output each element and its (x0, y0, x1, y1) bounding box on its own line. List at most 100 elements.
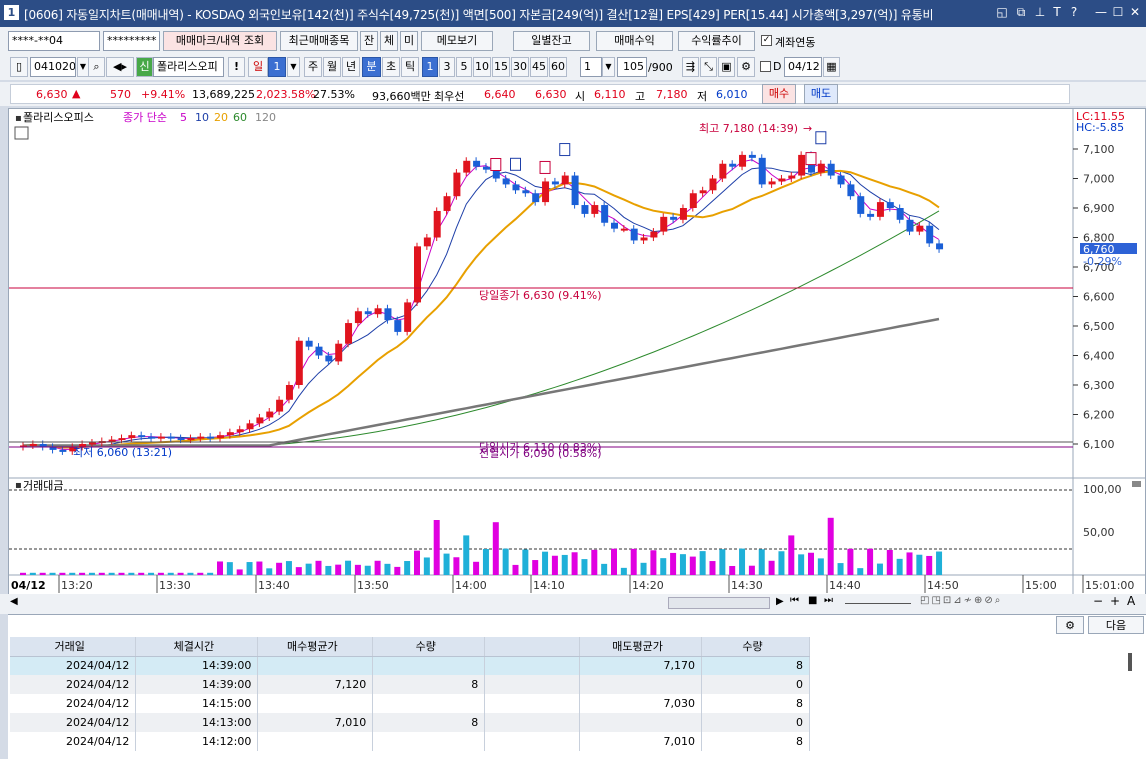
interval-45-button[interactable]: 45 (530, 57, 548, 77)
count-input[interactable]: 105 (617, 57, 647, 77)
volume-bar (295, 567, 302, 575)
table-row[interactable]: 2024/04/12 14:13:00 7,010 8 0 (10, 713, 810, 732)
trade-profit-button[interactable]: 매매수익 (596, 31, 673, 51)
password-input[interactable]: ********* (103, 31, 160, 51)
period-year-button[interactable]: 년 (342, 57, 360, 77)
daily-balance-button[interactable]: 일별잔고 (513, 31, 590, 51)
zoom-slider[interactable] (845, 603, 911, 604)
column-header[interactable]: 수량 (701, 637, 810, 657)
interval-3-button[interactable]: 3 (439, 57, 455, 77)
table-row[interactable]: 2024/04/12 14:39:00 7,170 8 (10, 656, 810, 675)
candle (236, 429, 244, 433)
tool-b-icon[interactable]: ⤡ (700, 57, 717, 77)
column-header[interactable]: 매수평균가 (257, 637, 374, 657)
che-button[interactable]: 체 (380, 31, 398, 51)
volume-bar (561, 554, 568, 575)
sound-icon[interactable]: ◀▸ (106, 57, 134, 77)
text-tool-icon[interactable]: A (1127, 594, 1135, 608)
trade-mark-button[interactable]: 매매마크/내역 조회 (163, 31, 277, 51)
table-row[interactable]: 2024/04/12 14:15:00 7,030 8 (10, 694, 810, 713)
period-week-button[interactable]: 주 (304, 57, 322, 77)
volume-bar (433, 520, 440, 575)
chart-grid-icon[interactable] (14, 126, 29, 140)
save-icon[interactable]: ▣ (718, 57, 735, 77)
maximize-icon[interactable]: ☐ (1111, 5, 1125, 19)
last-icon[interactable]: ⏭ (824, 595, 833, 606)
volume-bar (758, 549, 765, 575)
zoom-out-icon[interactable]: − (1093, 594, 1103, 608)
minimize-icon[interactable]: — (1094, 5, 1108, 19)
interval-10-button[interactable]: 10 (473, 57, 491, 77)
table-scrollbar[interactable] (1128, 653, 1132, 671)
candle (778, 178, 786, 182)
stop-icon[interactable]: ■ (808, 595, 817, 606)
candle (886, 202, 894, 208)
column-header[interactable]: 수량 (372, 637, 486, 657)
mi-button[interactable]: 미 (400, 31, 418, 51)
account-select[interactable]: ****-**04 (8, 31, 100, 51)
help-icon[interactable]: ? (1067, 5, 1081, 19)
scroll-left-icon[interactable]: ◀ (10, 596, 18, 607)
jan-button[interactable]: 잔 (360, 31, 378, 51)
drawing-tools-icon[interactable]: ◰◳⊡⊿≁⊕⊘⌕ (920, 595, 1002, 606)
period-day-button[interactable]: 일 (248, 57, 268, 77)
column-header[interactable]: 매도평균가 (579, 637, 703, 657)
stock-search-icon[interactable]: ▯ (10, 57, 28, 77)
interval-input[interactable]: 1 (580, 57, 602, 77)
scroll-thumb[interactable] (668, 597, 770, 609)
interval-1-button[interactable]: 1 (422, 57, 438, 77)
vol-pane-handle[interactable] (1132, 481, 1141, 487)
interval-dropdown-icon[interactable]: ▼ (602, 57, 615, 77)
table-row[interactable]: 2024/04/12 14:39:00 7,120 8 0 (10, 675, 810, 694)
interval-5-button[interactable]: 5 (456, 57, 472, 77)
table-row[interactable]: 2024/04/12 14:12:00 7,010 8 (10, 732, 810, 751)
period-tick-button[interactable]: 틱 (401, 57, 419, 77)
interval-60-button[interactable]: 60 (549, 57, 567, 77)
memo-button[interactable]: 메모보기 (421, 31, 493, 51)
x-tick-label: 13:40 (258, 579, 290, 592)
candle (512, 184, 520, 191)
next-button[interactable]: 다음 (1088, 616, 1144, 634)
first-icon[interactable]: ⏮ (790, 595, 799, 606)
account-link-checkbox[interactable]: ✓ (761, 35, 772, 46)
recent-trades-button[interactable]: 최근매매종목 (280, 31, 358, 51)
period-day-num[interactable]: 1 (268, 57, 286, 77)
period-minute-button[interactable]: 분 (362, 57, 381, 77)
font-icon[interactable]: T (1050, 5, 1064, 19)
d-checkbox[interactable] (760, 61, 771, 72)
search-icon[interactable]: ⌕ (88, 57, 105, 77)
volume-bar (798, 554, 805, 575)
gear-icon[interactable]: ⚙ (737, 57, 755, 77)
period-dropdown-icon[interactable]: ▼ (287, 57, 300, 77)
buy-button[interactable]: 매수 (762, 84, 796, 104)
column-header[interactable] (484, 637, 581, 657)
scroll-right-icon[interactable]: ▶ (776, 596, 784, 607)
table-cell (579, 675, 703, 694)
pin-icon[interactable]: ⊥ (1033, 5, 1047, 19)
link-icon[interactable]: ◱ (995, 5, 1009, 19)
interval-30-button[interactable]: 30 (511, 57, 529, 77)
candle (601, 205, 609, 223)
period-month-button[interactable]: 월 (323, 57, 341, 77)
profit-trend-button[interactable]: 수익률추이 (678, 31, 755, 51)
candle (138, 435, 146, 438)
column-header[interactable]: 거래일 (10, 637, 137, 657)
restore-small-icon[interactable]: ⧉ (1014, 5, 1028, 20)
chart-panel[interactable]: ▪ 폴라리스오피스 종가 단순 5 10 20 60 120 LC:11.55 … (8, 108, 1146, 602)
tool-a-icon[interactable]: ⇶ (682, 57, 699, 77)
stock-code-input[interactable]: 041020 (30, 57, 76, 77)
zoom-in-icon[interactable]: + (1110, 594, 1120, 608)
settings-gear-icon[interactable]: ⚙ (1056, 616, 1084, 634)
price-chart[interactable]: ▪ 폴라리스오피스 종가 단순 5 10 20 60 120 LC:11.55 … (9, 109, 1145, 601)
period-second-button[interactable]: 초 (382, 57, 400, 77)
column-header[interactable]: 체결시간 (135, 637, 259, 657)
alert-icon[interactable]: ! (228, 57, 245, 77)
interval-15-button[interactable]: 15 (492, 57, 510, 77)
close-icon[interactable]: ✕ (1128, 5, 1142, 19)
toolbar-chart: ▯ 041020 ▼ ⌕ ◀▸ 신 폴라리스오피 ! 일 1 ▼ 주 월 년 분… (0, 55, 1146, 80)
calendar-icon[interactable]: ▦ (823, 57, 840, 77)
sell-button[interactable]: 매도 (804, 84, 838, 104)
date-input[interactable]: 04/12 (784, 57, 822, 77)
candle (650, 231, 658, 238)
legend-stock: 폴라리스오피스 (23, 111, 94, 124)
